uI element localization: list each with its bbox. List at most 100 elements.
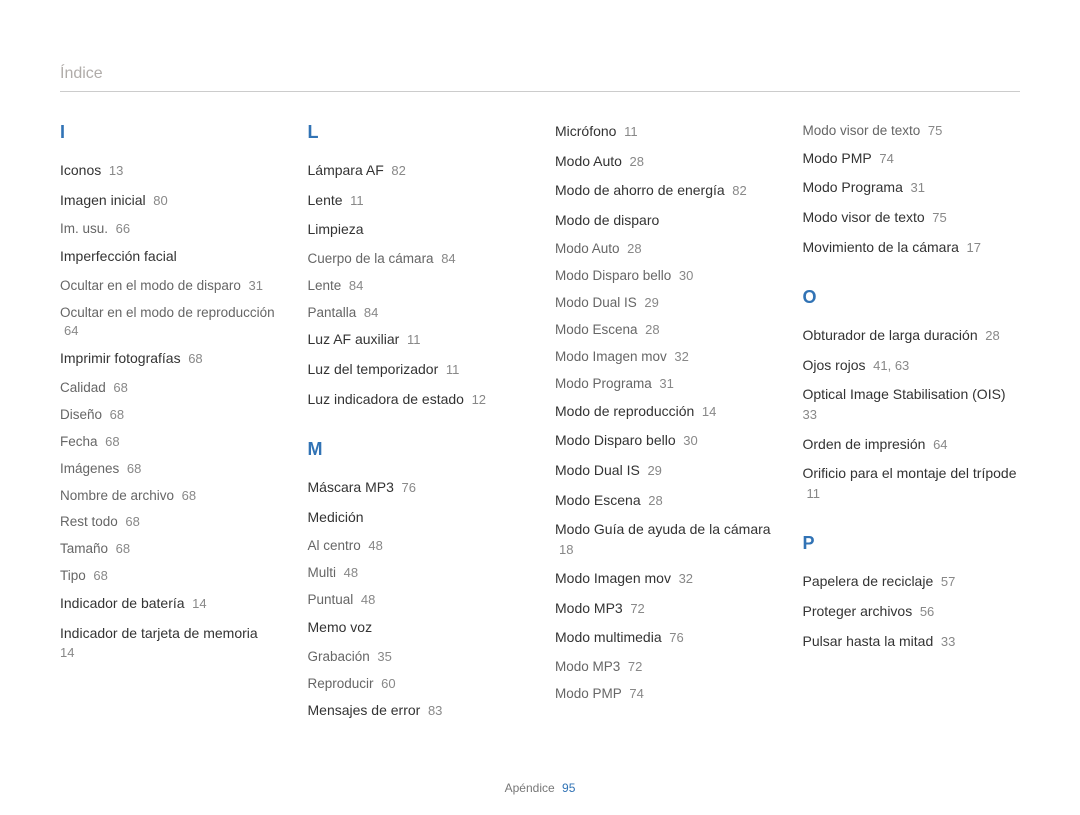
index-subentry[interactable]: Im. usu. 66 — [60, 220, 278, 239]
entry-label: Orden de impresión — [803, 436, 926, 452]
entry-label: Indicador de tarjeta de memoria — [60, 625, 258, 641]
index-entry[interactable]: Modo Disparo bello 30 — [555, 431, 773, 451]
index-entry[interactable]: Imperfección facial — [60, 247, 278, 267]
index-entry[interactable]: Lámpara AF 82 — [308, 161, 526, 181]
index-subentry[interactable]: Ocultar en el modo de reproducción 64 — [60, 304, 278, 342]
index-subentry[interactable]: Tipo 68 — [60, 567, 278, 586]
index-subentry[interactable]: Modo visor de texto 75 — [803, 122, 1021, 141]
index-subentry[interactable]: Modo Escena 28 — [555, 321, 773, 340]
entry-label: Multi — [308, 565, 337, 580]
index-entry[interactable]: Modo de disparo — [555, 211, 773, 231]
index-entry[interactable]: Modo MP3 72 — [555, 599, 773, 619]
index-subentry[interactable]: Pantalla 84 — [308, 304, 526, 323]
index-subentry[interactable]: Lente 84 — [308, 277, 526, 296]
index-entry[interactable]: Modo visor de texto 75 — [803, 208, 1021, 228]
entry-label: Modo de ahorro de energía — [555, 182, 725, 198]
index-entry[interactable]: Pulsar hasta la mitad 33 — [803, 632, 1021, 652]
index-entry[interactable]: Lente 11 — [308, 191, 526, 211]
index-column: IIconos 13Imagen inicial 80Im. usu. 66Im… — [60, 122, 278, 731]
entry-page: 68 — [110, 380, 128, 395]
index-subentry[interactable]: Modo PMP 74 — [555, 685, 773, 704]
index-entry[interactable]: Imagen inicial 80 — [60, 191, 278, 211]
entry-label: Optical Image Stabilisation (OIS) — [803, 386, 1006, 402]
entry-page: 68 — [123, 461, 141, 476]
index-subentry[interactable]: Modo Imagen mov 32 — [555, 348, 773, 367]
entry-label: Puntual — [308, 592, 354, 607]
entry-page: 18 — [559, 542, 573, 557]
index-entry[interactable]: Modo Auto 28 — [555, 152, 773, 172]
entry-label: Lente — [308, 192, 343, 208]
index-subentry[interactable]: Grabación 35 — [308, 648, 526, 667]
index-subentry[interactable]: Multi 48 — [308, 564, 526, 583]
index-entry[interactable]: Modo de reproducción 14 — [555, 402, 773, 422]
entry-label: Modo de disparo — [555, 212, 659, 228]
index-entry[interactable]: Orden de impresión 64 — [803, 435, 1021, 455]
index-subentry[interactable]: Reproducir 60 — [308, 675, 526, 694]
index-entry[interactable]: Memo voz — [308, 618, 526, 638]
entry-page: 84 — [438, 251, 456, 266]
index-entry[interactable]: Obturador de larga duración 28 — [803, 326, 1021, 346]
section-letter: M — [308, 439, 526, 460]
index-entry[interactable]: Modo Dual IS 29 — [555, 461, 773, 481]
entry-label: Limpieza — [308, 221, 364, 237]
entry-page: 13 — [105, 163, 123, 178]
index-subentry[interactable]: Rest todo 68 — [60, 513, 278, 532]
index-subentry[interactable]: Modo Auto 28 — [555, 240, 773, 259]
index-subentry[interactable]: Imágenes 68 — [60, 460, 278, 479]
index-entry[interactable]: Limpieza — [308, 220, 526, 240]
index-entry[interactable]: Mensajes de error 83 — [308, 701, 526, 721]
entry-label: Modo Dual IS — [555, 295, 637, 310]
entry-page: 75 — [924, 123, 942, 138]
index-entry[interactable]: Máscara MP3 76 — [308, 478, 526, 498]
index-entry[interactable]: Iconos 13 — [60, 161, 278, 181]
entry-label: Calidad — [60, 380, 106, 395]
index-subentry[interactable]: Modo Disparo bello 30 — [555, 267, 773, 286]
index-subentry[interactable]: Cuerpo de la cámara 84 — [308, 250, 526, 269]
index-subentry[interactable]: Diseño 68 — [60, 406, 278, 425]
index-subentry[interactable]: Modo MP3 72 — [555, 658, 773, 677]
index-subentry[interactable]: Tamaño 68 — [60, 540, 278, 559]
entry-page: 74 — [876, 151, 894, 166]
index-subentry[interactable]: Puntual 48 — [308, 591, 526, 610]
entry-page: 28 — [624, 241, 642, 256]
entry-page: 76 — [666, 630, 684, 645]
index-entry[interactable]: Proteger archivos 56 — [803, 602, 1021, 622]
index-entry[interactable]: Movimiento de la cámara 17 — [803, 238, 1021, 258]
index-entry[interactable]: Orificio para el montaje del trípode 11 — [803, 464, 1021, 503]
index-entry[interactable]: Modo de ahorro de energía 82 — [555, 181, 773, 201]
index-subentry[interactable]: Calidad 68 — [60, 379, 278, 398]
entry-label: Obturador de larga duración — [803, 327, 978, 343]
footer-page: 95 — [562, 781, 575, 795]
index-subentry[interactable]: Al centro 48 — [308, 537, 526, 556]
index-entry[interactable]: Luz AF auxiliar 11 — [308, 330, 526, 350]
index-subentry[interactable]: Modo Programa 31 — [555, 375, 773, 394]
index-entry[interactable]: Modo Imagen mov 32 — [555, 569, 773, 589]
index-entry[interactable]: Optical Image Stabilisation (OIS) 33 — [803, 385, 1021, 424]
entry-page: 31 — [656, 376, 674, 391]
index-entry[interactable]: Micrófono 11 — [555, 122, 773, 142]
index-entry[interactable]: Indicador de batería 14 — [60, 594, 278, 614]
entry-label: Imágenes — [60, 461, 119, 476]
entry-page: 33 — [803, 407, 817, 422]
entry-label: Al centro — [308, 538, 361, 553]
index-entry[interactable]: Medición — [308, 508, 526, 528]
index-entry[interactable]: Imprimir fotografías 68 — [60, 349, 278, 369]
index-entry[interactable]: Indicador de tarjeta de memoria 14 — [60, 624, 278, 663]
index-entry[interactable]: Modo Programa 31 — [803, 178, 1021, 198]
index-subentry[interactable]: Fecha 68 — [60, 433, 278, 452]
index-subentry[interactable]: Ocultar en el modo de disparo 31 — [60, 277, 278, 296]
index-entry[interactable]: Modo Escena 28 — [555, 491, 773, 511]
index-entry[interactable]: Modo Guía de ayuda de la cámara 18 — [555, 520, 773, 559]
index-entry[interactable]: Modo PMP 74 — [803, 149, 1021, 169]
entry-page: 68 — [90, 568, 108, 583]
entry-label: Pantalla — [308, 305, 357, 320]
index-subentry[interactable]: Nombre de archivo 68 — [60, 487, 278, 506]
index-entry[interactable]: Modo multimedia 76 — [555, 628, 773, 648]
index-entry[interactable]: Luz indicadora de estado 12 — [308, 390, 526, 410]
index-entry[interactable]: Papelera de reciclaje 57 — [803, 572, 1021, 592]
index-entry[interactable]: Luz del temporizador 11 — [308, 360, 526, 380]
entry-page: 76 — [398, 480, 416, 495]
index-entry[interactable]: Ojos rojos 41, 63 — [803, 356, 1021, 376]
index-subentry[interactable]: Modo Dual IS 29 — [555, 294, 773, 313]
entry-page: 28 — [626, 154, 644, 169]
